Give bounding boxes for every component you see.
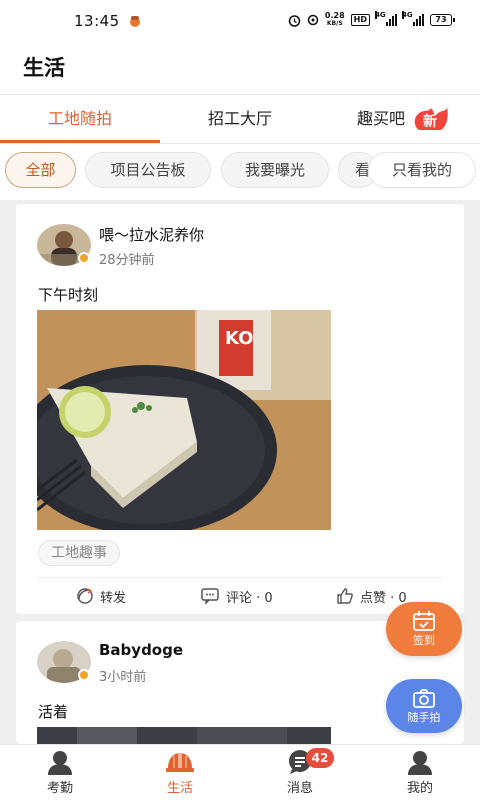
new-badge-icon: 新 — [414, 108, 448, 130]
tab-site-snaps[interactable]: 工地随拍 — [0, 95, 160, 144]
nav-life-label: 生活 — [166, 781, 193, 796]
calendar-check-icon — [413, 611, 435, 631]
chip-exposure[interactable]: 我要曝光 — [221, 152, 329, 188]
post-photo-cake: KO — [37, 310, 331, 530]
helmet-icon — [140, 749, 220, 775]
thumbs-up-icon — [337, 588, 353, 604]
filter-chips: 全部 项目公告板 我要曝光 看 只看我的 — [0, 144, 480, 200]
bottom-nav: 考勤 生活 消息 我的 — [0, 744, 480, 800]
sim1-label: 4G — [375, 11, 386, 19]
new-badge-text: 新 — [423, 113, 437, 130]
main-tabs: 工地随拍 招工大厅 趣买吧 — [0, 94, 480, 144]
post-image[interactable]: KO — [37, 310, 331, 530]
network-speed: 0.28 KB/S — [325, 12, 345, 28]
share-label: 转发 — [100, 590, 127, 606]
page-title: 生活 — [23, 56, 65, 80]
active-tab-indicator — [0, 140, 160, 143]
sim2-label: 4G — [402, 11, 413, 19]
nav-life[interactable]: 生活 — [140, 749, 220, 796]
battery-icon: 73 — [430, 14, 455, 26]
nav-attendance-label: 考勤 — [46, 781, 73, 796]
post-photo — [37, 727, 331, 744]
app-notification-icon — [130, 16, 140, 27]
user-icon — [20, 749, 100, 775]
hd-badge: HD — [350, 14, 370, 26]
network-speed-value: 0.28 — [324, 11, 345, 20]
nav-attendance[interactable]: 考勤 — [20, 749, 100, 796]
post-card[interactable]: 喂～拉水泥养你 28分钟前 下午时刻 KO 工地趣事 转发 评论 · 0 点赞 … — [16, 204, 464, 614]
status-time: 13:45 — [74, 12, 120, 30]
location-icon — [307, 14, 319, 25]
post-image[interactable] — [37, 727, 331, 744]
network-speed-unit: KB/S — [326, 20, 343, 27]
signal-2-icon: 4G — [402, 11, 424, 26]
camera-icon — [413, 689, 435, 708]
profile-icon — [380, 749, 460, 775]
message-count-badge: 42 — [306, 748, 334, 768]
post-tag[interactable]: 工地趣事 — [38, 540, 120, 566]
like-button[interactable]: 点赞 · 0 — [336, 584, 407, 608]
comment-button[interactable]: 评论 · 0 — [200, 584, 273, 608]
nav-profile[interactable]: 我的 — [380, 749, 460, 796]
like-label: 点赞 · 0 — [360, 590, 407, 606]
checkin-label: 签到 — [413, 634, 435, 647]
post-text: 下午时刻 — [38, 286, 99, 304]
post-username[interactable]: 喂～拉水泥养你 — [99, 224, 204, 245]
alarm-icon — [288, 14, 301, 27]
share-icon — [77, 588, 93, 604]
chip-all[interactable]: 全部 — [5, 152, 76, 188]
chip-only-mine[interactable]: 只看我的 — [368, 152, 476, 188]
card-divider — [37, 577, 443, 578]
post-time: 3小时前 — [99, 670, 147, 685]
nav-messages-label: 消息 — [286, 781, 313, 796]
signal-1-icon: 4G — [375, 11, 397, 26]
cup-brand-text: KO — [225, 328, 253, 349]
avatar-badge — [78, 252, 90, 264]
post-time: 28分钟前 — [99, 253, 155, 268]
status-icons: 0.28 KB/S HD 4G 4G 73 — [288, 11, 455, 28]
snap-label: 随手拍 — [407, 711, 441, 724]
comment-label: 评论 · 0 — [226, 590, 273, 606]
status-bar: 13:45 0.28 KB/S HD 4G 4G 73 — [0, 0, 480, 44]
nav-profile-label: 我的 — [406, 781, 433, 796]
post-username[interactable]: Babydoge — [99, 641, 183, 659]
checkin-button[interactable]: 签到 — [386, 602, 462, 656]
avatar-badge — [78, 669, 90, 681]
post-text: 活着 — [38, 703, 69, 721]
app-header: 生活 — [0, 44, 480, 94]
share-button[interactable]: 转发 — [76, 584, 126, 608]
chip-project-board[interactable]: 项目公告板 — [85, 152, 211, 188]
comment-icon — [201, 588, 219, 605]
tab-job-hall[interactable]: 招工大厅 — [160, 95, 320, 144]
snap-button[interactable]: 随手拍 — [386, 679, 462, 733]
